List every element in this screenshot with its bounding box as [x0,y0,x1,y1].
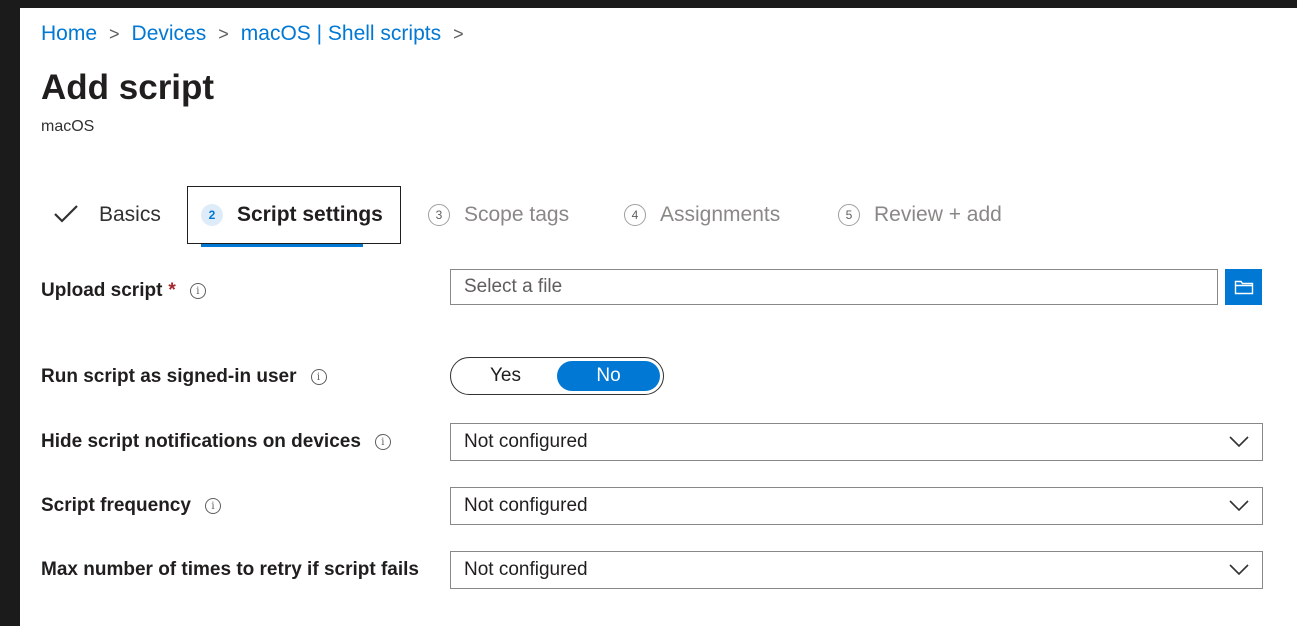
step-number-badge: 4 [624,204,646,226]
max-retries-label-text: Max number of times to retry if script f… [41,559,419,580]
run-as-user-label: Run script as signed-in user i [41,366,327,388]
tab-scope-tags-label: Scope tags [464,203,570,226]
checkmark-icon [53,202,79,228]
info-icon[interactable]: i [189,283,206,299]
upload-file-placeholder: Select a file [464,276,563,297]
max-retries-label: Max number of times to retry if script f… [41,559,419,581]
chevron-down-icon [1229,436,1249,448]
page-title: Add script [41,68,215,107]
info-icon[interactable]: i [310,369,327,385]
tab-basics[interactable]: Basics [53,186,161,244]
breadcrumb: Home > Devices > macOS | Shell scripts > [41,20,476,48]
breadcrumb-separator: > [218,23,229,44]
upload-file-input[interactable]: Select a file [450,269,1218,305]
page-subtitle: macOS [41,118,95,135]
step-number-badge: 2 [201,204,223,226]
max-retries-value: Not configured [464,559,588,580]
breadcrumb-home[interactable]: Home [41,22,97,46]
script-frequency-dropdown[interactable]: Not configured [450,487,1263,525]
tab-script-settings-label: Script settings [237,203,383,226]
upload-script-label-text: Upload script [41,280,163,301]
info-icon[interactable]: i [374,434,391,450]
breadcrumb-shell-scripts[interactable]: macOS | Shell scripts [241,22,441,46]
step-number-badge: 5 [838,204,860,226]
hide-notifications-value: Not configured [464,431,588,452]
required-indicator: * [168,280,176,301]
info-icon[interactable]: i [204,498,221,514]
script-frequency-label: Script frequency i [41,495,221,517]
tab-assignments-label: Assignments [660,203,781,226]
breadcrumb-devices[interactable]: Devices [132,22,207,46]
step-number-badge: 3 [428,204,450,226]
upload-script-label: Upload script * i [41,280,206,302]
toggle-option-yes[interactable]: Yes [454,361,557,391]
content-panel: Home > Devices > macOS | Shell scripts >… [20,8,1297,626]
tab-review-add-label: Review + add [874,203,1002,226]
max-retries-dropdown[interactable]: Not configured [450,551,1263,589]
script-frequency-label-text: Script frequency [41,495,191,516]
breadcrumb-separator: > [453,23,464,44]
hide-notifications-label: Hide script notifications on devices i [41,431,391,453]
tab-assignments[interactable]: 4 Assignments [624,186,780,244]
tab-scope-tags[interactable]: 3 Scope tags [428,186,569,244]
tab-script-settings[interactable]: 2 Script settings [187,186,401,247]
browse-file-button[interactable] [1225,269,1262,305]
hide-notifications-label-text: Hide script notifications on devices [41,431,361,452]
breadcrumb-separator: > [109,23,120,44]
tab-review-add[interactable]: 5 Review + add [838,186,1002,244]
run-as-user-toggle[interactable]: Yes No [450,357,664,395]
hide-notifications-dropdown[interactable]: Not configured [450,423,1263,461]
chevron-down-icon [1229,500,1249,512]
active-tab-indicator [201,244,363,247]
folder-icon [1234,280,1253,295]
tab-basics-label: Basics [99,203,161,226]
script-frequency-value: Not configured [464,495,588,516]
toggle-option-no[interactable]: No [557,361,660,391]
chevron-down-icon [1229,564,1249,576]
run-as-user-label-text: Run script as signed-in user [41,366,297,387]
